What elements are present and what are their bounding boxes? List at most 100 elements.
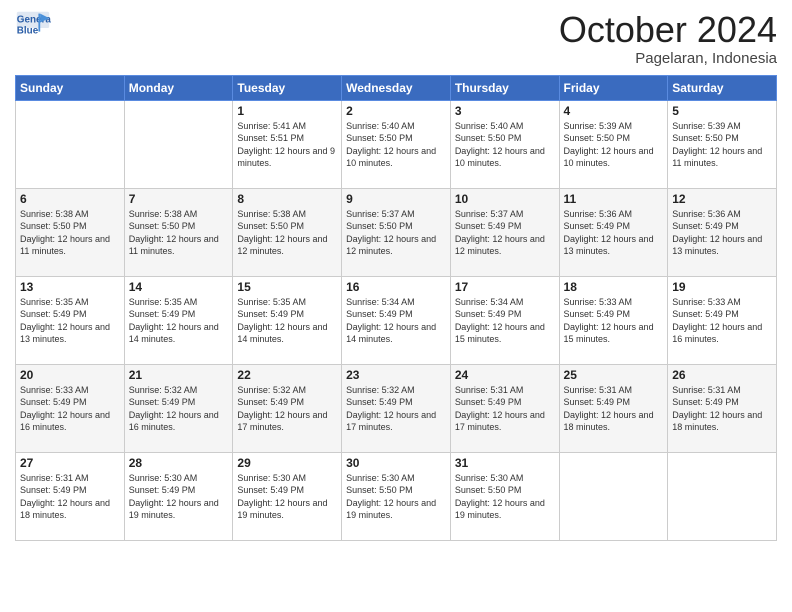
day-cell: 22 Sunrise: 5:32 AMSunset: 5:49 PMDayligh… — [233, 364, 342, 452]
day-info: Sunrise: 5:32 AMSunset: 5:49 PMDaylight:… — [346, 384, 446, 434]
calendar-header: SundayMondayTuesdayWednesdayThursdayFrid… — [16, 75, 777, 100]
day-cell: 15 Sunrise: 5:35 AMSunset: 5:49 PMDayligh… — [233, 276, 342, 364]
day-cell: 21Sunrise: 5:32 AMSunset: 5:49 PMDayligh… — [124, 364, 233, 452]
header: General Blue October 2024 Pagelaran, Ind… — [15, 10, 777, 67]
day-number: 29 — [237, 456, 337, 470]
day-cell: 23 Sunrise: 5:32 AMSunset: 5:49 PMDayligh… — [342, 364, 451, 452]
weekday-friday: Friday — [559, 75, 668, 100]
day-number: 4 — [564, 104, 664, 118]
day-number: 23 — [346, 368, 446, 382]
day-number: 30 — [346, 456, 446, 470]
day-cell: 14Sunrise: 5:35 AMSunset: 5:49 PMDayligh… — [124, 276, 233, 364]
day-cell — [124, 100, 233, 188]
logo-icon: General Blue — [15, 10, 51, 46]
day-info: Sunrise: 5:30 AMSunset: 5:49 PMDaylight:… — [129, 472, 229, 522]
day-number: 22 — [237, 368, 337, 382]
day-cell: 28 Sunrise: 5:30 AMSunset: 5:49 PMDayligh… — [124, 452, 233, 540]
day-number: 9 — [346, 192, 446, 206]
week-row-2: 6 Sunrise: 5:38 AMSunset: 5:50 PMDaylight… — [16, 188, 777, 276]
calendar-body: 1 Sunrise: 5:41 AMSunset: 5:51 PMDaylight… — [16, 100, 777, 540]
day-number: 16 — [346, 280, 446, 294]
day-info: Sunrise: 5:35 AMSunset: 5:49 PMDaylight:… — [20, 296, 120, 346]
day-info: Sunrise: 5:39 AMSunset: 5:50 PMDaylight:… — [672, 120, 772, 170]
day-info: Sunrise: 5:36 AMSunset: 5:49 PMDaylight:… — [564, 208, 664, 258]
location-title: Pagelaran, Indonesia — [559, 50, 777, 67]
day-info: Sunrise: 5:38 AMSunset: 5:50 PMDaylight:… — [129, 208, 229, 258]
day-number: 21 — [129, 368, 229, 382]
day-number: 8 — [237, 192, 337, 206]
day-number: 15 — [237, 280, 337, 294]
day-number: 28 — [129, 456, 229, 470]
day-info: Sunrise: 5:37 AMSunset: 5:50 PMDaylight:… — [346, 208, 446, 258]
day-number: 25 — [564, 368, 664, 382]
day-cell: 11 Sunrise: 5:36 AMSunset: 5:49 PMDayligh… — [559, 188, 668, 276]
day-info: Sunrise: 5:33 AMSunset: 5:49 PMDaylight:… — [564, 296, 664, 346]
week-row-4: 20 Sunrise: 5:33 AMSunset: 5:49 PMDayligh… — [16, 364, 777, 452]
day-cell: 9 Sunrise: 5:37 AMSunset: 5:50 PMDaylight… — [342, 188, 451, 276]
day-cell: 25Sunrise: 5:31 AMSunset: 5:49 PMDayligh… — [559, 364, 668, 452]
day-number: 11 — [564, 192, 664, 206]
svg-text:General: General — [17, 15, 51, 26]
day-cell: 26 Sunrise: 5:31 AMSunset: 5:49 PMDayligh… — [668, 364, 777, 452]
title-block: October 2024 Pagelaran, Indonesia — [559, 10, 777, 67]
day-info: Sunrise: 5:30 AMSunset: 5:50 PMDaylight:… — [455, 472, 555, 522]
day-cell: 13 Sunrise: 5:35 AMSunset: 5:49 PMDayligh… — [16, 276, 125, 364]
day-info: Sunrise: 5:33 AMSunset: 5:49 PMDaylight:… — [672, 296, 772, 346]
day-number: 20 — [20, 368, 120, 382]
day-number: 1 — [237, 104, 337, 118]
day-info: Sunrise: 5:30 AMSunset: 5:50 PMDaylight:… — [346, 472, 446, 522]
day-info: Sunrise: 5:31 AMSunset: 5:49 PMDaylight:… — [672, 384, 772, 434]
day-info: Sunrise: 5:40 AMSunset: 5:50 PMDaylight:… — [455, 120, 555, 170]
day-cell: 16 Sunrise: 5:34 AMSunset: 5:49 PMDayligh… — [342, 276, 451, 364]
month-title: October 2024 — [559, 10, 777, 50]
day-cell: 8 Sunrise: 5:38 AMSunset: 5:50 PMDaylight… — [233, 188, 342, 276]
day-info: Sunrise: 5:30 AMSunset: 5:49 PMDaylight:… — [237, 472, 337, 522]
weekday-monday: Monday — [124, 75, 233, 100]
day-cell — [559, 452, 668, 540]
day-number: 13 — [20, 280, 120, 294]
weekday-wednesday: Wednesday — [342, 75, 451, 100]
day-number: 5 — [672, 104, 772, 118]
day-info: Sunrise: 5:33 AMSunset: 5:49 PMDaylight:… — [20, 384, 120, 434]
day-cell: 3Sunrise: 5:40 AMSunset: 5:50 PMDaylight… — [450, 100, 559, 188]
day-cell: 10 Sunrise: 5:37 AMSunset: 5:49 PMDayligh… — [450, 188, 559, 276]
day-info: Sunrise: 5:40 AMSunset: 5:50 PMDaylight:… — [346, 120, 446, 170]
day-number: 7 — [129, 192, 229, 206]
week-row-3: 13 Sunrise: 5:35 AMSunset: 5:49 PMDayligh… — [16, 276, 777, 364]
svg-text:Blue: Blue — [17, 25, 39, 36]
week-row-1: 1 Sunrise: 5:41 AMSunset: 5:51 PMDaylight… — [16, 100, 777, 188]
day-info: Sunrise: 5:39 AMSunset: 5:50 PMDaylight:… — [564, 120, 664, 170]
day-number: 14 — [129, 280, 229, 294]
day-info: Sunrise: 5:32 AMSunset: 5:49 PMDaylight:… — [237, 384, 337, 434]
day-info: Sunrise: 5:38 AMSunset: 5:50 PMDaylight:… — [20, 208, 120, 258]
day-cell: 7 Sunrise: 5:38 AMSunset: 5:50 PMDaylight… — [124, 188, 233, 276]
day-cell — [668, 452, 777, 540]
day-cell: 27Sunrise: 5:31 AMSunset: 5:49 PMDayligh… — [16, 452, 125, 540]
day-cell: 29 Sunrise: 5:30 AMSunset: 5:49 PMDayligh… — [233, 452, 342, 540]
day-info: Sunrise: 5:38 AMSunset: 5:50 PMDaylight:… — [237, 208, 337, 258]
weekday-row: SundayMondayTuesdayWednesdayThursdayFrid… — [16, 75, 777, 100]
day-info: Sunrise: 5:37 AMSunset: 5:49 PMDaylight:… — [455, 208, 555, 258]
day-info: Sunrise: 5:34 AMSunset: 5:49 PMDaylight:… — [346, 296, 446, 346]
weekday-thursday: Thursday — [450, 75, 559, 100]
day-number: 2 — [346, 104, 446, 118]
day-number: 24 — [455, 368, 555, 382]
day-number: 26 — [672, 368, 772, 382]
day-cell: 5 Sunrise: 5:39 AMSunset: 5:50 PMDaylight… — [668, 100, 777, 188]
day-info: Sunrise: 5:34 AMSunset: 5:49 PMDaylight:… — [455, 296, 555, 346]
day-info: Sunrise: 5:35 AMSunset: 5:49 PMDaylight:… — [237, 296, 337, 346]
day-info: Sunrise: 5:31 AMSunset: 5:49 PMDaylight:… — [20, 472, 120, 522]
day-cell — [16, 100, 125, 188]
day-cell: 30 Sunrise: 5:30 AMSunset: 5:50 PMDayligh… — [342, 452, 451, 540]
logo: General Blue — [15, 10, 51, 46]
week-row-5: 27Sunrise: 5:31 AMSunset: 5:49 PMDayligh… — [16, 452, 777, 540]
day-cell: 4 Sunrise: 5:39 AMSunset: 5:50 PMDaylight… — [559, 100, 668, 188]
day-number: 10 — [455, 192, 555, 206]
day-number: 6 — [20, 192, 120, 206]
day-number: 12 — [672, 192, 772, 206]
day-info: Sunrise: 5:41 AMSunset: 5:51 PMDaylight:… — [237, 120, 337, 170]
weekday-tuesday: Tuesday — [233, 75, 342, 100]
day-cell: 12Sunrise: 5:36 AMSunset: 5:49 PMDayligh… — [668, 188, 777, 276]
day-cell: 20 Sunrise: 5:33 AMSunset: 5:49 PMDayligh… — [16, 364, 125, 452]
day-cell: 19Sunrise: 5:33 AMSunset: 5:49 PMDayligh… — [668, 276, 777, 364]
